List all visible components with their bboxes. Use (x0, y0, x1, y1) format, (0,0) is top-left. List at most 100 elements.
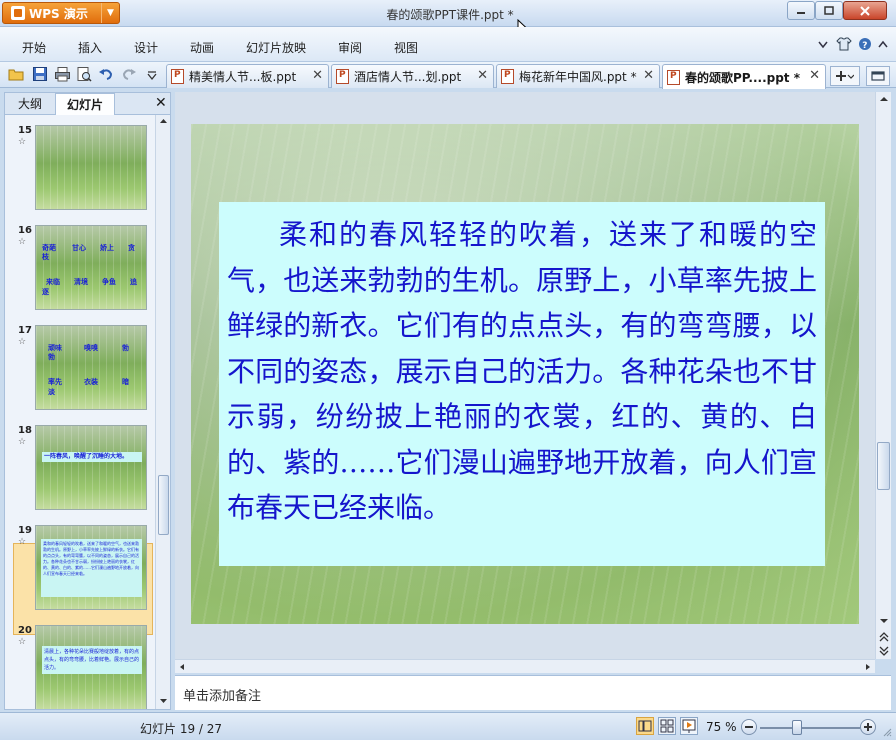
doc-tab-3[interactable]: 梅花新年中国风.ppt * ✕ (496, 64, 660, 88)
slide-canvas[interactable]: 柔和的春风轻轻的吹着，送来了和暖的空气，也送来勃勃的生机。原野上，小草率先披上鲜… (191, 124, 859, 624)
svg-text:?: ? (862, 41, 867, 51)
slide-thumbnail-19[interactable]: 柔和的春风轻轻的吹着，送来了和暖的空气，也送来勃勃的生机。原野上，小草率先披上鲜… (35, 525, 147, 610)
scrollbar-thumb[interactable] (877, 442, 890, 490)
zoom-level: 75 % (706, 720, 737, 734)
tab-close-icon[interactable]: ✕ (477, 68, 488, 83)
menu-insert[interactable]: 插入 (78, 39, 102, 56)
zoom-in-button[interactable] (860, 719, 876, 735)
panel-close-icon[interactable]: ✕ (155, 95, 167, 111)
slide-thumbnail-list: 15 ☆ 16 ☆ 奇葩 甘心 娇上 贪 枝 来临 清境 争鱼 追 逐 17 ☆… (5, 115, 155, 709)
print-preview-icon[interactable] (76, 66, 93, 83)
menu-bar: 开始 插入 设计 动画 幻灯片放映 审阅 视图 ? (0, 27, 896, 62)
undo-icon[interactable] (98, 66, 115, 83)
ppt-file-icon (171, 69, 184, 84)
zoom-out-button[interactable] (741, 719, 757, 735)
tab-close-icon[interactable]: ✕ (643, 68, 654, 83)
status-bar: 幻灯片 19 / 27 75 % (0, 712, 896, 740)
transition-star-icon: ☆ (18, 337, 27, 347)
scroll-down-icon[interactable] (159, 698, 168, 704)
scroll-up-icon[interactable] (879, 96, 889, 102)
scroll-up-icon[interactable] (159, 118, 168, 124)
minimize-icon (797, 11, 805, 14)
ppt-file-icon (501, 69, 514, 84)
transition-star-icon: ☆ (18, 137, 27, 147)
menu-slideshow[interactable]: 幻灯片放映 (246, 39, 306, 56)
menu-animation[interactable]: 动画 (190, 39, 214, 56)
slide-thumbnail-20[interactable]: 清晨上，各种花朵比赛般地绽放着，有的点点头，有的弯弯腰，比着鲜艳。展示自己的活力… (35, 625, 147, 709)
scroll-left-icon[interactable] (179, 663, 185, 671)
maximize-button[interactable] (815, 1, 843, 20)
slide-thumbnail-15[interactable] (35, 125, 147, 210)
window-close-button[interactable] (843, 1, 887, 20)
vertical-scrollbar[interactable] (875, 92, 891, 659)
plus-dropdown-icon (836, 71, 854, 81)
transition-star-icon: ☆ (18, 637, 27, 647)
redo-icon[interactable] (120, 66, 137, 83)
slide-indicator: 幻灯片 19 / 27 (140, 722, 223, 736)
tab-close-icon[interactable]: ✕ (809, 68, 820, 83)
resize-grip-icon[interactable] (882, 727, 892, 737)
slideshow-button[interactable] (680, 717, 698, 735)
print-icon[interactable] (54, 66, 71, 83)
help-icon[interactable]: ? (858, 37, 872, 51)
maximize-icon (824, 6, 834, 15)
doc-tab-label: 梅花新年中国风.ppt * (519, 70, 637, 84)
thumbnail-scrollbar[interactable] (155, 115, 170, 709)
open-folder-icon[interactable] (8, 66, 25, 83)
plus-icon (864, 723, 872, 731)
zoom-slider-knob[interactable] (792, 720, 802, 735)
next-slide-icon[interactable] (879, 646, 889, 656)
menu-view[interactable]: 视图 (394, 39, 418, 56)
window-list-icon (871, 71, 885, 81)
save-icon[interactable] (32, 66, 49, 83)
slide-number: 15 (18, 125, 32, 136)
app-menu-button[interactable]: WPS 演示 ▼ (2, 2, 120, 24)
slide-sorter-button[interactable] (658, 717, 676, 735)
scrollbar-thumb[interactable] (158, 475, 169, 535)
title-bar: WPS 演示 ▼ 春的颂歌PPT课件.ppt * (0, 0, 896, 37)
tab-list-button[interactable] (866, 66, 890, 86)
menu-home[interactable]: 开始 (22, 39, 46, 56)
tab-slides[interactable]: 幻灯片 (55, 93, 115, 115)
doc-tab-1[interactable]: 精美情人节...板.ppt ✕ (166, 64, 329, 88)
scroll-down-icon[interactable] (879, 618, 889, 624)
previous-slide-icon[interactable] (879, 632, 889, 642)
ppt-file-icon (336, 69, 349, 84)
slide-number: 20 (18, 625, 32, 636)
slides-panel: 大纲 幻灯片 ✕ 15 ☆ 16 ☆ 奇葩 甘心 娇上 贪 枝 来临 清境 争鱼… (4, 92, 171, 710)
minus-icon (745, 726, 753, 728)
horizontal-scrollbar[interactable] (175, 659, 875, 673)
normal-view-icon (638, 720, 652, 732)
ppt-file-icon (667, 69, 680, 85)
menu-design[interactable]: 设计 (134, 39, 158, 56)
zoom-slider-track[interactable] (760, 727, 860, 729)
normal-view-button[interactable] (636, 717, 654, 735)
chevron-down-icon[interactable] (818, 41, 828, 49)
minimize-button[interactable] (787, 1, 815, 20)
panel-tabs: 大纲 幻灯片 ✕ (5, 93, 170, 115)
doc-tab-label: 酒店情人节...划.ppt (354, 70, 462, 84)
notes-pane[interactable]: 单击添加备注 (175, 675, 891, 710)
tab-close-icon[interactable]: ✕ (312, 68, 323, 83)
close-icon (860, 5, 870, 16)
doc-tab-4-active[interactable]: 春的颂歌PP....ppt * ✕ (662, 64, 826, 89)
tab-outline[interactable]: 大纲 (7, 93, 53, 115)
notes-placeholder: 单击添加备注 (183, 689, 262, 704)
doc-tab-label: 精美情人节...板.ppt (189, 70, 297, 84)
slide-thumbnail-18[interactable]: 一阵春风，唤醒了沉睡的大地。 (35, 425, 147, 510)
collapse-ribbon-icon[interactable] (877, 37, 889, 51)
slide-thumbnail-17[interactable]: 顽味 嗅嗅 勃 勃 率先 衣装 暗 淡 (35, 325, 147, 410)
slide-number: 16 (18, 225, 32, 236)
slide-body-text[interactable]: 柔和的春风轻轻的吹着，送来了和暖的空气，也送来勃勃的生机。原野上，小草率先披上鲜… (227, 212, 817, 531)
doc-tab-2[interactable]: 酒店情人节...划.ppt ✕ (331, 64, 494, 88)
wps-logo-icon (11, 6, 25, 20)
transition-star-icon: ☆ (18, 437, 27, 447)
scroll-right-icon[interactable] (865, 663, 871, 671)
toolbar-more-icon[interactable] (147, 70, 164, 87)
slide-sorter-icon (660, 719, 674, 733)
menu-review[interactable]: 审阅 (338, 39, 362, 56)
new-tab-button[interactable] (830, 66, 860, 86)
slideshow-play-icon (682, 719, 696, 733)
slide-thumbnail-16[interactable]: 奇葩 甘心 娇上 贪 枝 来临 清境 争鱼 追 逐 (35, 225, 147, 310)
skin-shirt-icon[interactable] (836, 37, 852, 51)
